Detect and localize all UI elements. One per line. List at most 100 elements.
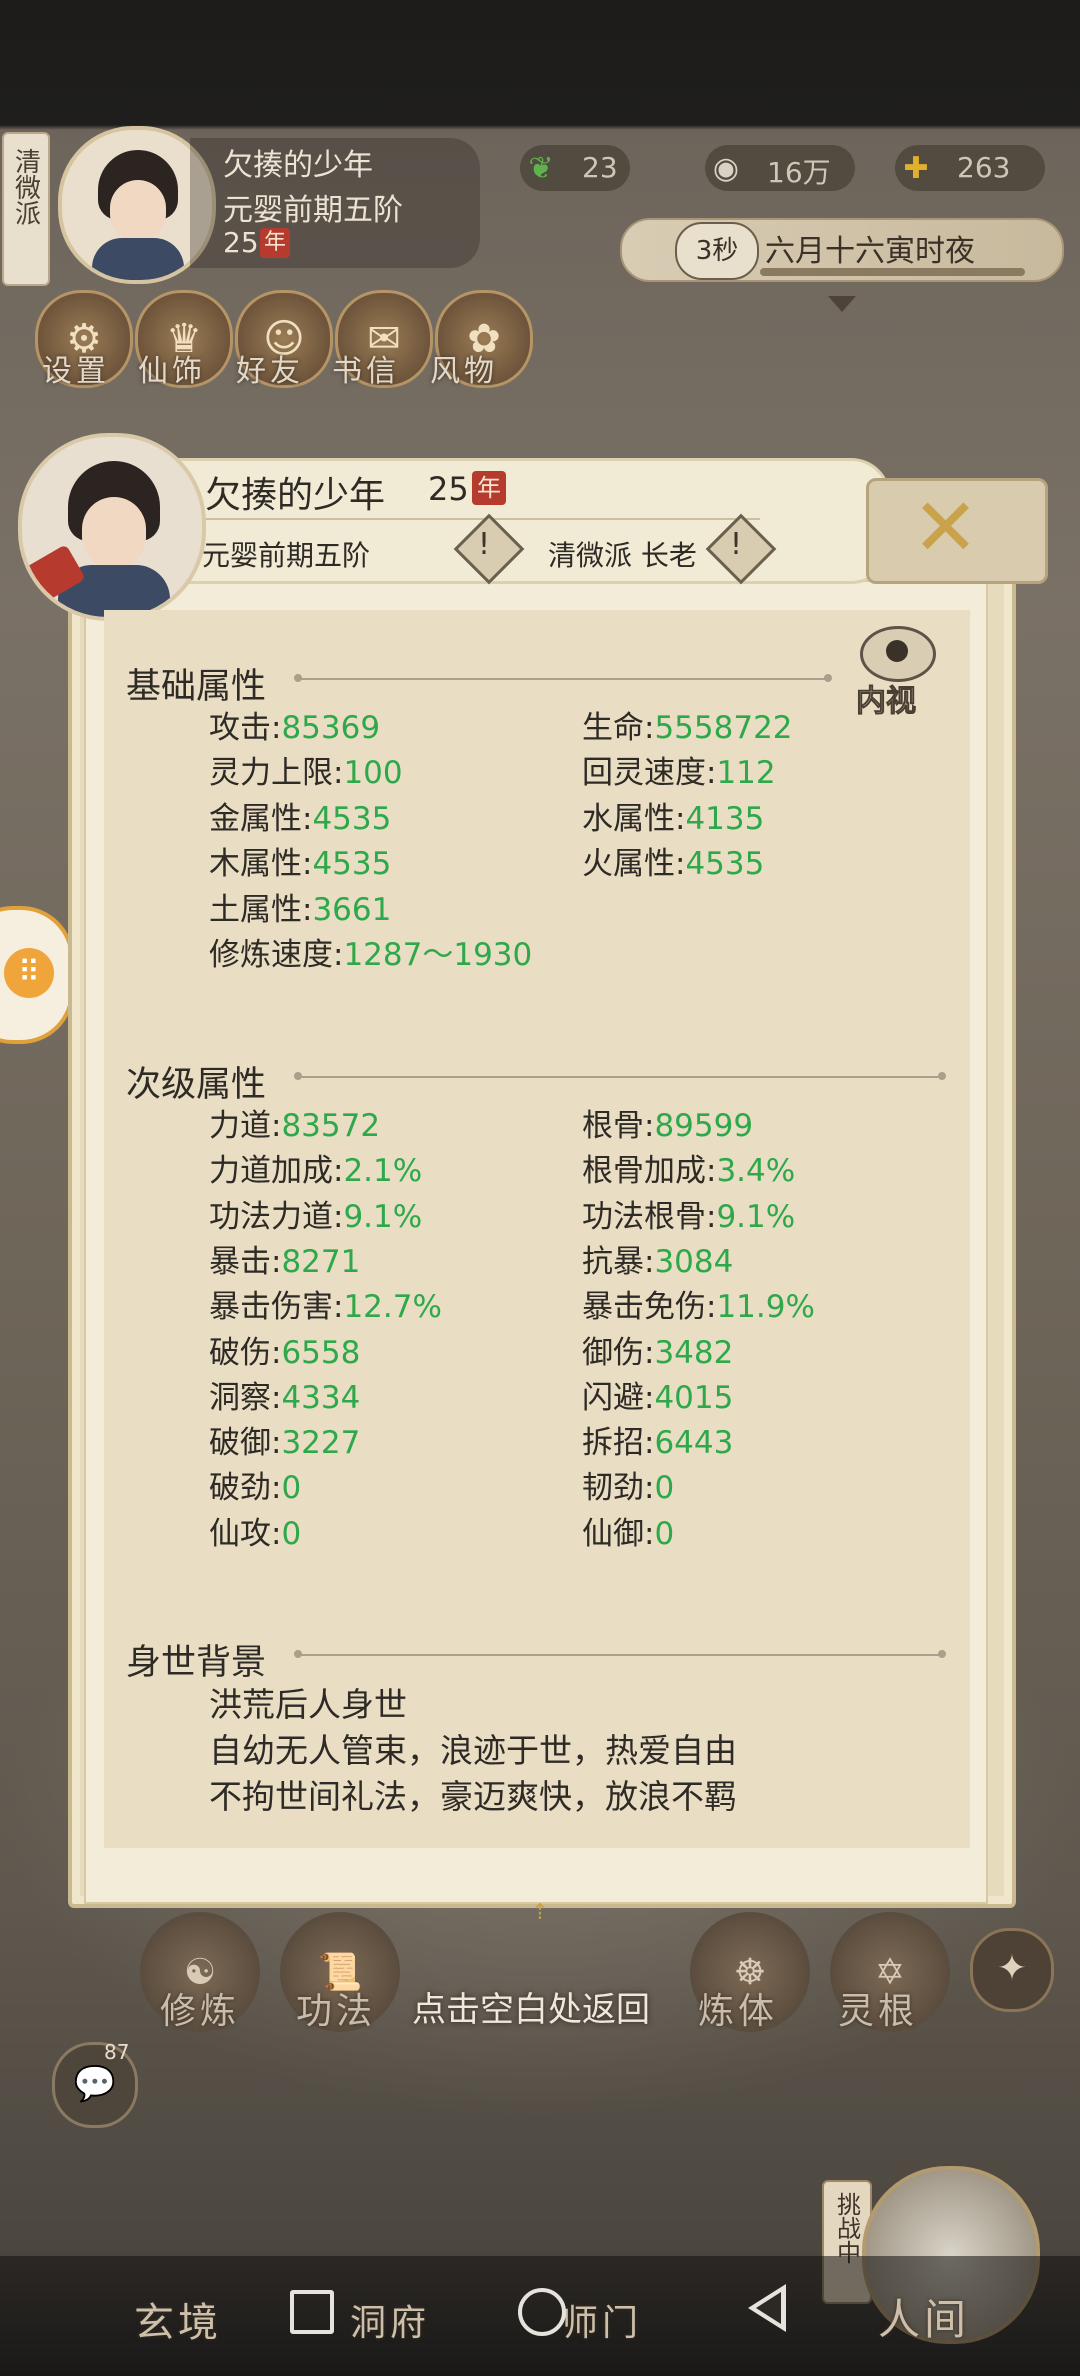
sect-banner-text: 清微派 bbox=[10, 148, 41, 226]
stat-value: 3661 bbox=[312, 891, 392, 928]
basic-stat-4-left: 土属性:3661 bbox=[209, 884, 391, 929]
basic-stat-2-right: 水属性:4135 bbox=[582, 793, 764, 838]
stat-label: 暴击伤害: bbox=[209, 1289, 344, 1326]
background-line-2: 自幼无人管束，浪迹于世，热爱自由 bbox=[209, 1731, 737, 1770]
nav-xuanjing[interactable]: 玄境 bbox=[134, 2290, 222, 2348]
stat-value: 12.7% bbox=[343, 1289, 442, 1326]
nav-renjian[interactable]: 人间 bbox=[878, 2286, 970, 2347]
back-icon-inner bbox=[756, 2292, 781, 2324]
inner-view-label: 内视 bbox=[856, 684, 917, 720]
secondary-stat-4-right: 暴击免伤:11.9% bbox=[582, 1281, 815, 1326]
stat-value: 4535 bbox=[312, 846, 392, 883]
stat-label: 根骨加成: bbox=[582, 1153, 717, 1190]
secondary-stat-0-left: 力道:83572 bbox=[209, 1100, 380, 1145]
stat-label: 生命: bbox=[582, 710, 655, 746]
secondary-stat-8-left: 破劲:0 bbox=[209, 1462, 301, 1507]
scenery-label: 风物 bbox=[430, 354, 498, 389]
stat-value: 4135 bbox=[685, 800, 765, 837]
spirit-stone-icon: ✚ bbox=[903, 150, 929, 186]
countdown-timer: 3秒 bbox=[675, 222, 759, 280]
eye-pupil bbox=[886, 640, 908, 662]
basic-stat-0-left: 攻击:85369 bbox=[209, 702, 380, 747]
nav-dongfu[interactable]: 洞府 bbox=[350, 2294, 430, 2346]
secondary-stat-7-right: 拆招:6443 bbox=[582, 1417, 733, 1462]
stat-value: 6443 bbox=[654, 1425, 734, 1462]
secondary-stat-2-right: 功法根骨:9.1% bbox=[582, 1191, 795, 1236]
chat-badge: 87 bbox=[104, 2040, 130, 2064]
stat-value: 0 bbox=[281, 1515, 302, 1552]
stat-label: 攻击: bbox=[209, 710, 282, 746]
stat-label: 御伤: bbox=[582, 1334, 655, 1371]
stat-value: 3084 bbox=[654, 1243, 734, 1280]
body-refine-label: 炼体 bbox=[698, 1991, 779, 2032]
stat-label: 暴击: bbox=[209, 1243, 282, 1280]
chevron-down-icon[interactable] bbox=[828, 296, 856, 312]
nav-shimen[interactable]: 师门 bbox=[562, 2294, 642, 2346]
stat-label: 闪避: bbox=[582, 1379, 655, 1416]
basic-stat-3-right: 火属性:4535 bbox=[582, 838, 764, 883]
stat-label: 抗暴: bbox=[582, 1243, 655, 1280]
stat-value: 4015 bbox=[654, 1379, 734, 1416]
stat-label: 破劲: bbox=[209, 1470, 282, 1507]
compass-icon: ✦ bbox=[996, 1948, 1028, 1989]
stat-value: 3.4% bbox=[716, 1153, 796, 1190]
resource-coin-value: 16万 bbox=[767, 156, 831, 189]
resource-spirit-stone[interactable]: ✚ 263 bbox=[895, 145, 1045, 191]
stat-value: 112 bbox=[716, 755, 776, 792]
stat-label: 金属性: bbox=[209, 800, 313, 837]
profile-realm: 元婴前期五阶 bbox=[202, 539, 371, 572]
tap-to-return-hint[interactable]: 点击空白处返回 bbox=[412, 1982, 650, 2031]
secondary-stat-2-left: 功法力道:9.1% bbox=[209, 1191, 422, 1236]
profile-name: 欠揍的少年 bbox=[205, 475, 386, 516]
stat-label: 破伤: bbox=[209, 1334, 282, 1371]
gamepad-icon: ⠿ bbox=[4, 948, 54, 998]
compass-button[interactable]: ✦ bbox=[970, 1928, 1054, 2012]
secondary-divider bbox=[294, 1072, 946, 1080]
stat-label: 功法根骨: bbox=[582, 1198, 717, 1235]
secondary-stat-9-left: 仙攻:0 bbox=[209, 1508, 301, 1553]
secondary-stat-8-right: 韧劲:0 bbox=[582, 1462, 674, 1507]
stat-label: 木属性: bbox=[209, 846, 313, 883]
challenge-label: 挑战中 bbox=[832, 2192, 861, 2264]
background-line-1: 洪荒后人身世 bbox=[209, 1685, 407, 1724]
stat-value: 4334 bbox=[281, 1379, 361, 1416]
resource-leaf-value: 23 bbox=[582, 151, 618, 184]
realm-info-mark: ! bbox=[478, 527, 491, 562]
stat-value: 83572 bbox=[281, 1108, 381, 1144]
basic-stat-5-left: 修炼速度:1287～1930 bbox=[209, 929, 532, 974]
resource-coin[interactable]: ◉ 16万 bbox=[705, 145, 855, 191]
coin-icon: ◉ bbox=[712, 150, 740, 186]
stat-value: 0 bbox=[654, 1470, 675, 1507]
stat-value: 3227 bbox=[281, 1425, 361, 1462]
floating-assist-button[interactable]: ⠿ bbox=[0, 906, 74, 1044]
stat-value: 0 bbox=[281, 1470, 302, 1507]
cultivate-label: 修炼 bbox=[160, 1991, 241, 2032]
stat-label: 拆招: bbox=[582, 1425, 655, 1462]
stat-label: 水属性: bbox=[582, 800, 686, 837]
basic-stat-1-left: 灵力上限:100 bbox=[209, 747, 403, 792]
sect-banner: 清微派 bbox=[2, 132, 50, 286]
stat-value: 1287～1930 bbox=[343, 937, 533, 973]
stat-value: 3482 bbox=[654, 1334, 734, 1371]
home-icon[interactable] bbox=[518, 2288, 566, 2336]
inner-view-button[interactable]: 内视 bbox=[850, 626, 946, 720]
stat-label: 根骨: bbox=[582, 1108, 655, 1144]
stat-label: 灵力上限: bbox=[209, 755, 344, 792]
stat-value: 85369 bbox=[281, 710, 381, 746]
stat-value: 100 bbox=[343, 755, 403, 792]
stat-value: 4535 bbox=[312, 800, 392, 837]
stat-value: 9.1% bbox=[716, 1198, 796, 1235]
stat-value: 5558722 bbox=[654, 710, 793, 746]
hud-player-realm: 元婴前期五阶 bbox=[223, 193, 403, 228]
resource-leaf[interactable]: ❦ 23 bbox=[520, 145, 630, 191]
chat-bubble-icon: 💬 bbox=[73, 2064, 117, 2104]
recent-apps-icon[interactable] bbox=[290, 2290, 334, 2334]
secondary-stat-5-right: 御伤:3482 bbox=[582, 1327, 733, 1372]
secondary-stat-3-left: 暴击:8271 bbox=[209, 1236, 360, 1281]
basic-stat-0-right: 生命:5558722 bbox=[582, 702, 793, 747]
stat-value: 4535 bbox=[685, 846, 765, 883]
stat-label: 仙御: bbox=[582, 1515, 655, 1552]
attributes-panel[interactable]: 内视 基础属性 攻击:85369 生命:5558722 灵力上限:100 回灵速度:1… bbox=[104, 610, 970, 1848]
stat-label: 火属性: bbox=[582, 846, 686, 883]
stat-label: 洞察: bbox=[209, 1379, 282, 1416]
